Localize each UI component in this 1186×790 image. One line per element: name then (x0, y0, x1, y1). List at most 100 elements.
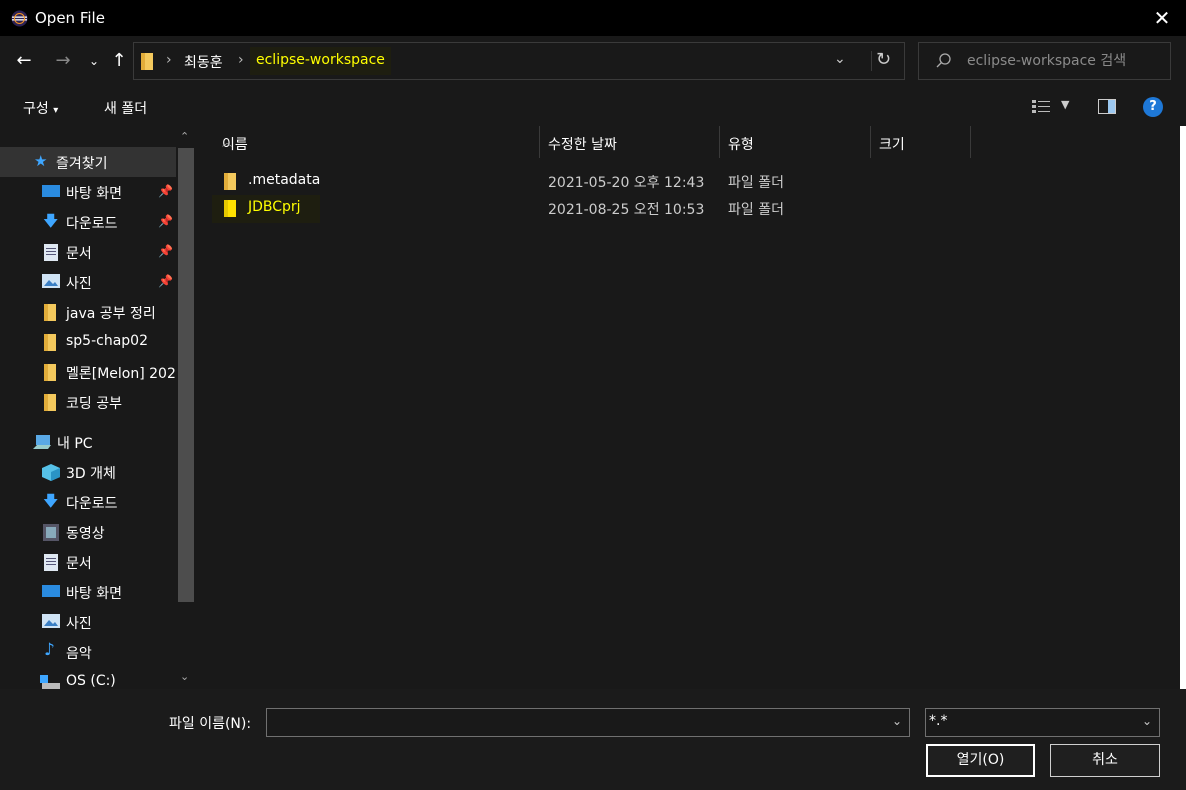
search-icon (936, 53, 951, 68)
view-dropdown-icon[interactable]: ▼ (1061, 98, 1069, 111)
sidebar-item-folder[interactable]: java 공부 정리 (0, 297, 176, 327)
column-header-name[interactable]: 이름 ︿ (214, 126, 540, 158)
sidebar-item-3d-objects[interactable]: 3D 개체 (0, 457, 176, 487)
desktop-icon (42, 185, 60, 197)
sidebar-item-label: 코딩 공부 (66, 396, 122, 412)
navigation-pane[interactable]: ★ 즐겨찾기 바탕 화면 📌 🡇 다운로드 📌 문서 📌 사진 📌 java 공… (0, 126, 198, 689)
sidebar-item-folder[interactable]: sp5-chap02 (0, 327, 176, 357)
open-button[interactable]: 열기(O) (926, 744, 1035, 777)
recent-locations-chevron-icon[interactable]: ⌄ (83, 50, 105, 72)
sidebar-item-this-pc[interactable]: 내 PC (0, 427, 176, 457)
column-header-date[interactable]: 수정한 날짜 (540, 126, 720, 158)
folder-icon (224, 173, 236, 190)
desktop-icon (42, 585, 60, 597)
refresh-icon[interactable]: ↻ (876, 49, 891, 70)
column-header-type[interactable]: 유형 (720, 126, 871, 158)
sidebar-scrollbar[interactable]: ⌃ ⌄ (176, 126, 196, 689)
breadcrumb-user[interactable]: 최동훈 (184, 52, 223, 72)
sidebar-item-desktop[interactable]: 바탕 화면 (0, 577, 176, 607)
chevron-down-icon[interactable]: ⌄ (1142, 714, 1152, 728)
download-icon: 🡇 (43, 492, 59, 510)
video-icon (43, 524, 59, 541)
picture-icon (42, 274, 60, 288)
file-date: 2021-08-25 오전 10:53 (548, 202, 705, 218)
filter-value: *.* (929, 713, 948, 729)
new-folder-button[interactable]: 새 폴더 (104, 98, 147, 118)
pin-icon[interactable]: 📌 (158, 184, 173, 198)
help-icon[interactable]: ? (1143, 97, 1163, 117)
preview-pane-icon[interactable] (1098, 99, 1116, 114)
up-arrow-icon[interactable]: ↑ (108, 50, 130, 72)
view-options-icon[interactable] (1032, 99, 1050, 115)
chevron-down-icon[interactable]: ⌄ (834, 51, 846, 67)
sidebar-item-videos[interactable]: 동영상 (0, 517, 176, 547)
sidebar-item-label: 다운로드 (66, 496, 118, 512)
sidebar-item-label: 동영상 (66, 526, 105, 542)
sidebar-item-label: 사진 (66, 616, 92, 632)
breadcrumb-workspace[interactable]: eclipse-workspace (250, 47, 391, 75)
sidebar-item-pictures[interactable]: 사진 📌 (0, 267, 176, 297)
picture-icon (42, 614, 60, 628)
document-icon (44, 554, 58, 571)
chevron-down-icon[interactable]: ⌄ (180, 670, 189, 683)
sidebar-item-label: 즐겨찾기 (56, 156, 108, 172)
window-title: Open File (35, 9, 105, 27)
sidebar-item-downloads[interactable]: 🡇 다운로드 (0, 487, 176, 517)
filename-combobox[interactable]: ⌄ (266, 708, 910, 737)
chevron-down-icon[interactable]: ⌄ (892, 714, 902, 728)
file-type-filter[interactable]: *.* ⌄ (925, 708, 1160, 737)
column-header-label: 크기 (879, 137, 905, 153)
sidebar-item-pictures[interactable]: 사진 (0, 607, 176, 637)
sidebar-item-label: 다운로드 (66, 216, 118, 232)
file-row[interactable]: JDBCprj 2021-08-25 오전 10:53 파일 폴더 (212, 195, 972, 223)
file-type: 파일 폴더 (728, 175, 784, 191)
sidebar-item-label: 바탕 화면 (66, 186, 122, 202)
scrollbar-thumb[interactable] (178, 148, 194, 602)
sidebar-item-favorites[interactable]: ★ 즐겨찾기 (0, 147, 176, 177)
breadcrumb-separator-icon: › (238, 52, 244, 68)
close-icon[interactable]: ✕ (1152, 8, 1172, 28)
file-type: 파일 폴더 (728, 202, 784, 218)
search-input[interactable] (967, 51, 1162, 71)
folder-icon (44, 334, 56, 351)
sidebar-item-label: 내 PC (57, 436, 93, 452)
file-date: 2021-05-20 오후 12:43 (548, 175, 705, 191)
cancel-button[interactable]: 취소 (1050, 744, 1160, 777)
sidebar-item-desktop[interactable]: 바탕 화면 📌 (0, 177, 176, 207)
sidebar-item-label: sp5-chap02 (66, 333, 148, 349)
command-bar: 구성 ▾ 새 폴더 ▼ ? (0, 88, 1186, 126)
sidebar-item-folder[interactable]: 멜론[Melon] 202 (0, 357, 176, 387)
pin-icon[interactable]: 📌 (158, 214, 173, 228)
filename-input[interactable] (271, 713, 881, 733)
sidebar-item-label: 멜론[Melon] 202 (66, 366, 176, 382)
sidebar-item-label: 음악 (66, 646, 92, 662)
file-name: .metadata (248, 172, 321, 188)
background-window-edge (1180, 126, 1186, 689)
music-icon: ♪ (44, 640, 55, 660)
sidebar-item-downloads[interactable]: 🡇 다운로드 📌 (0, 207, 176, 237)
pin-icon[interactable]: 📌 (158, 244, 173, 258)
sidebar-item-folder[interactable]: 코딩 공부 (0, 387, 176, 417)
sidebar-item-drive-c[interactable]: OS (C:) (0, 667, 176, 689)
download-icon: 🡇 (43, 212, 59, 230)
pin-icon[interactable]: 📌 (158, 274, 173, 288)
folder-icon (44, 364, 56, 381)
chevron-up-icon[interactable]: ⌃ (180, 130, 189, 143)
organize-button[interactable]: 구성 ▾ (23, 98, 58, 118)
filename-label: 파일 이름(N): (169, 716, 252, 732)
sidebar-item-label: java 공부 정리 (66, 306, 156, 322)
eclipse-app-icon (11, 10, 28, 27)
column-header-label: 수정한 날짜 (548, 137, 617, 153)
file-list[interactable]: 이름 ︿ 수정한 날짜 유형 크기 .metadata 2021-05-20 오… (198, 126, 1186, 689)
file-row[interactable]: .metadata 2021-05-20 오후 12:43 파일 폴더 (212, 168, 972, 194)
sidebar-item-music[interactable]: ♪ 음악 (0, 637, 176, 667)
forward-arrow-icon[interactable]: → (52, 50, 74, 72)
folder-icon (224, 200, 236, 217)
column-header-size[interactable]: 크기 (871, 126, 971, 158)
pc-icon (33, 435, 51, 449)
search-box[interactable] (918, 42, 1171, 80)
sidebar-item-documents[interactable]: 문서 (0, 547, 176, 577)
sidebar-item-documents[interactable]: 문서 📌 (0, 237, 176, 267)
back-arrow-icon[interactable]: ← (13, 50, 35, 72)
address-bar[interactable]: › 최동훈 › eclipse-workspace ⌄ ↻ (133, 42, 905, 80)
